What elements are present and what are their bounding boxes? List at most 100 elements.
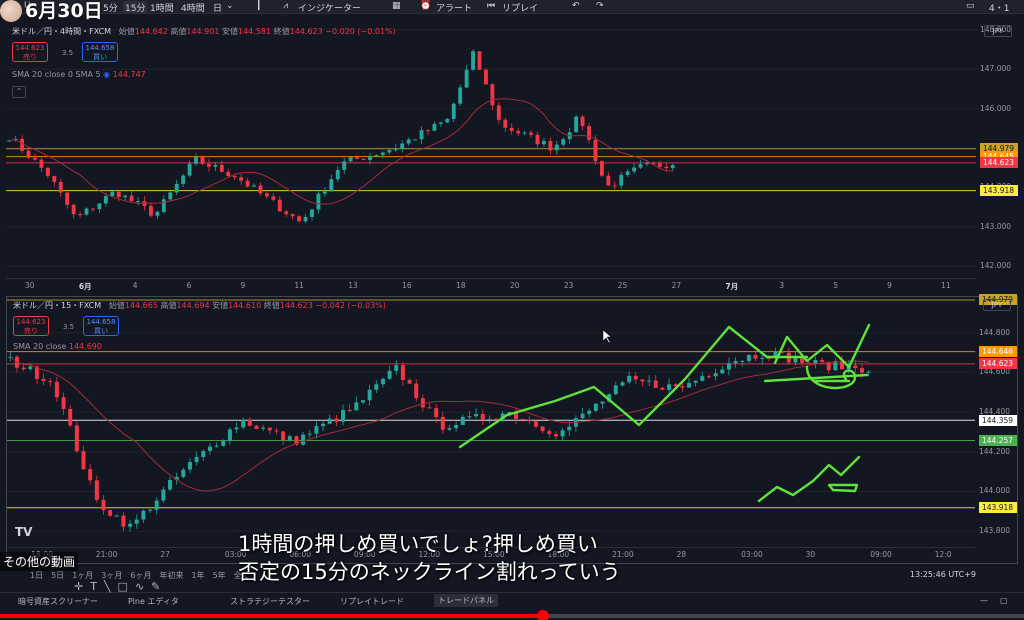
buy-button[interactable]: 144.658 買い: [82, 42, 118, 62]
video-progress-bar[interactable]: [0, 610, 1024, 620]
currency-button[interactable]: JPY: [983, 299, 1011, 311]
layout-icon[interactable]: ▦: [392, 1, 401, 11]
alert-button[interactable]: アラート: [436, 1, 472, 14]
low-value: 144.581: [238, 27, 272, 36]
sell-button[interactable]: 144.623 売り: [12, 42, 48, 62]
timeframe-range-3[interactable]: 3ヶ月: [101, 571, 122, 580]
currency-button[interactable]: JPY: [984, 25, 1012, 37]
price-level-label[interactable]: 144.257: [979, 434, 1017, 446]
chart-pane-15m[interactable]: 144.800 144.600 144.400 144.200 144.000 143.8…: [6, 294, 1018, 564]
panel-tab-0[interactable]: 暗号資産スクリーナー: [18, 596, 98, 607]
panel-tab-4[interactable]: トレードパネル: [434, 594, 498, 607]
replay-button[interactable]: リプレイ: [502, 1, 538, 14]
open-label: 始値: [118, 27, 135, 36]
candle-body: [134, 519, 139, 524]
candle-body: [753, 355, 758, 359]
sma-label: SMA 20 close: [13, 342, 67, 351]
maximize-panel-icon[interactable]: ▢: [1000, 596, 1008, 605]
path-icon[interactable]: ∿: [131, 580, 144, 593]
candle-body: [68, 409, 73, 426]
interval-1h[interactable]: 1時間: [150, 1, 174, 14]
collapse-legend-button[interactable]: ⌃: [12, 86, 26, 98]
video-scrubber-knob[interactable]: [536, 610, 549, 620]
price-axis-15m[interactable]: 144.800 144.600 144.400 144.200 144.000 143.8…: [975, 294, 1017, 547]
candle-body: [355, 157, 360, 159]
candle-body: [554, 144, 559, 151]
symbol-title[interactable]: 米ドル／円・4時間・FXCM: [12, 27, 111, 36]
other-videos-link[interactable]: その他の動画: [0, 552, 79, 571]
price-tick-label: 144.000: [979, 486, 1011, 496]
buy-button[interactable]: 144.658 買い: [83, 316, 119, 336]
buy-label: 買い: [93, 53, 107, 61]
sma-settings-icon[interactable]: ◉: [103, 70, 110, 79]
rectangle-icon[interactable]: □: [114, 580, 128, 593]
price-level-label[interactable]: 144.359: [979, 414, 1017, 426]
sma-legend[interactable]: SMA 20 close 144.690: [13, 342, 102, 351]
timeframe-range-7[interactable]: 5年: [213, 571, 226, 580]
timeframe-range-0[interactable]: 1日: [30, 571, 43, 580]
redo-icon[interactable]: ↷: [596, 1, 604, 11]
candle-body: [277, 199, 282, 212]
candle-body: [287, 436, 292, 440]
text-tool-icon[interactable]: T: [87, 580, 97, 593]
time-tick-label: 25: [617, 281, 628, 290]
candle-body: [706, 376, 711, 378]
indicators-icon[interactable]: ⩘: [283, 1, 288, 11]
alert-icon[interactable]: ⏰: [420, 1, 431, 11]
candle-body: [520, 418, 525, 420]
candle-body: [529, 132, 533, 135]
candle-body: [335, 169, 340, 180]
time-axis-4h[interactable]: 30 6月 4 6 9 11 13 16 18 20 23 25 27 7月 3 5 9 11: [6, 278, 976, 292]
price-level-label[interactable]: 143.918: [979, 502, 1017, 514]
brush-icon[interactable]: ✎: [148, 580, 160, 593]
timeframe-range-4[interactable]: 6ヶ月: [130, 571, 151, 580]
sell-button[interactable]: 144.623 売り: [13, 316, 49, 336]
chart-type-icon[interactable]: ┃: [256, 1, 261, 11]
timeframe-range-6[interactable]: 1年: [191, 571, 204, 580]
price-level-label[interactable]: 144.623: [979, 358, 1017, 370]
candle-body: [458, 87, 463, 104]
candle-body: [640, 379, 645, 382]
panel-tab-3[interactable]: リプレイトレード: [340, 596, 404, 607]
price-level-label[interactable]: 144.623: [980, 157, 1018, 169]
candle-body: [360, 400, 365, 403]
panel-tab-1[interactable]: Pine エディタ: [128, 596, 179, 607]
indicators-button[interactable]: インジケーター: [298, 1, 361, 14]
undo-icon[interactable]: ↶: [572, 1, 580, 11]
price-axis-4h[interactable]: 148.000147.000146.000145.000144.000143.0…: [976, 16, 1018, 278]
candle-body: [619, 174, 624, 186]
utc-clock[interactable]: 13:25:46 UTC+9: [910, 570, 976, 579]
interval-1d[interactable]: 日: [213, 1, 222, 14]
time-tick-label: 03:00: [741, 550, 763, 559]
timeframe-range-1[interactable]: 5日: [51, 571, 64, 580]
interval-5m[interactable]: 5分: [103, 1, 118, 14]
interval-15m[interactable]: 15分: [123, 1, 148, 14]
minimize-panel-icon[interactable]: —: [980, 596, 988, 605]
trendline-icon[interactable]: ╲: [100, 580, 111, 593]
time-tick-label: 18: [456, 281, 466, 290]
time-tick-label: 3: [779, 281, 785, 290]
panel-tab-2[interactable]: ストラテジーテスター: [230, 596, 310, 607]
price-tick-label: 147.000: [980, 64, 1012, 74]
price-level-label[interactable]: 144.646: [979, 346, 1017, 358]
chevron-down-icon[interactable]: ⌄: [226, 1, 234, 11]
candle-body: [129, 195, 134, 202]
crosshair-icon[interactable]: ✛: [74, 580, 83, 593]
symbol-title[interactable]: 米ドル／円・15・FXCM: [13, 301, 101, 310]
timeframe-range-2[interactable]: 1ヶ月: [72, 571, 93, 580]
chart-pane-4h[interactable]: 148.000147.000146.000145.000144.000143.0…: [6, 16, 1018, 292]
candle-body: [645, 163, 649, 165]
timeframe-range-5[interactable]: 年初来: [159, 571, 183, 580]
time-tick-label: 4: [132, 281, 138, 290]
high-label: 高値: [170, 27, 187, 36]
replay-icon[interactable]: ⏮: [487, 1, 495, 11]
candle-body: [81, 451, 86, 470]
candlestick-plot-15m[interactable]: [7, 297, 975, 547]
sma-legend[interactable]: SMA 20 close 0 SMA 5 ◉ 144.747: [12, 70, 146, 79]
candlestick-plot-4h[interactable]: [6, 16, 976, 278]
candle-body: [91, 208, 95, 210]
interval-4h[interactable]: 4時間: [181, 1, 205, 14]
layout-select-icon[interactable]: ▭: [966, 1, 975, 11]
price-level-label[interactable]: 143.918: [980, 185, 1018, 197]
sell-price: 144.623: [15, 44, 45, 52]
